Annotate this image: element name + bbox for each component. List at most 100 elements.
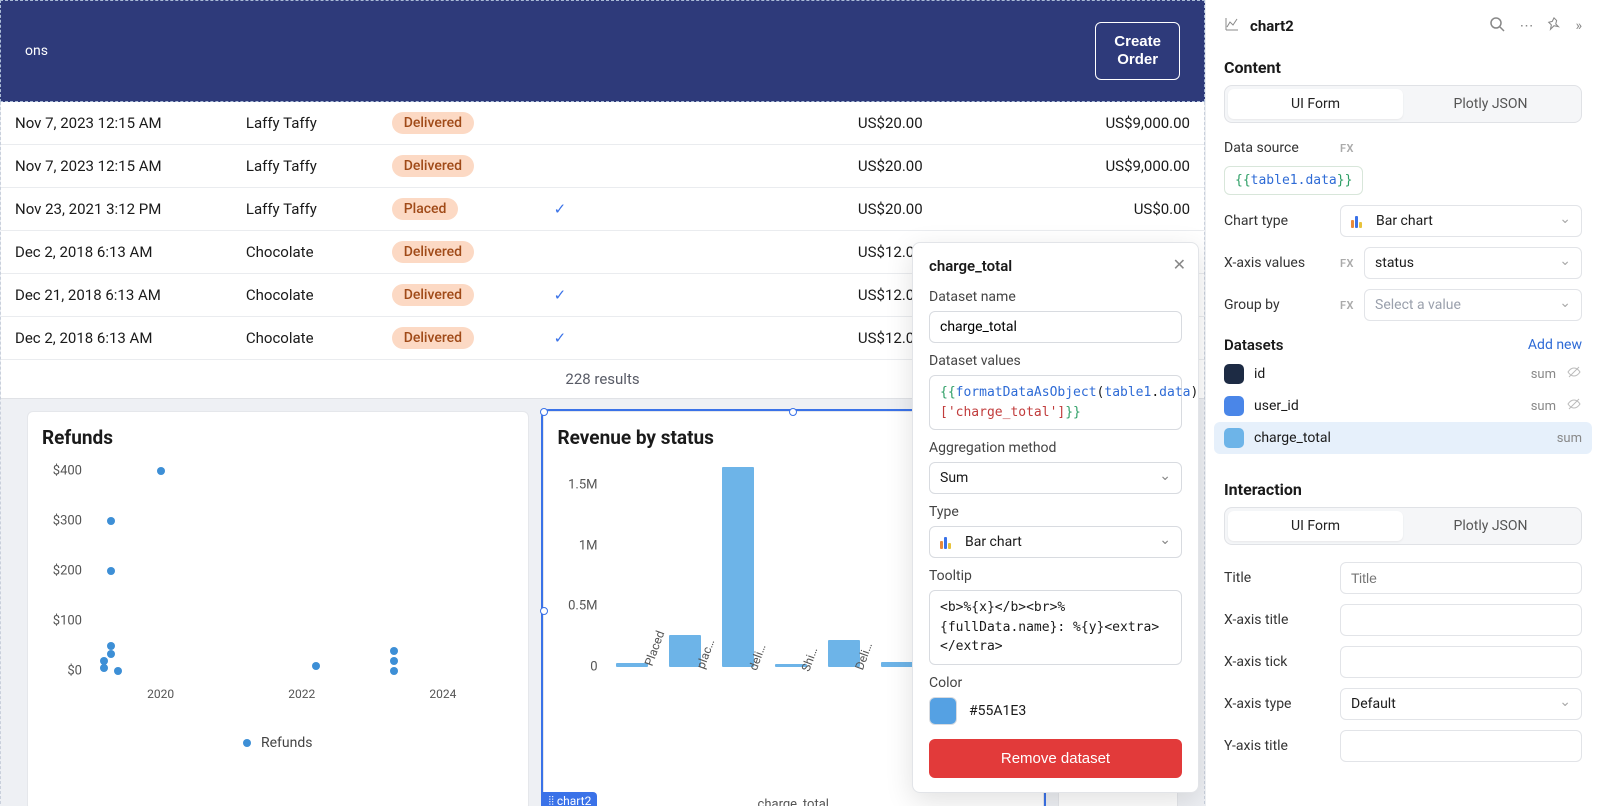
scatter-point	[390, 657, 398, 665]
cell-check	[524, 231, 597, 274]
field-label: Title	[1224, 570, 1330, 586]
dataset-editor-modal: ✕ charge_total Dataset name Dataset valu…	[912, 242, 1199, 793]
field-label: Dataset values	[929, 353, 1182, 369]
field-label: Data source	[1224, 140, 1330, 156]
cell-status: Placed	[378, 188, 524, 231]
x-axis-tick-input[interactable]	[1340, 646, 1582, 678]
cell-product: Chocolate	[232, 231, 378, 274]
data-source-input[interactable]: {{table1.data}}	[1224, 166, 1363, 195]
app-header: ons Create Order	[0, 0, 1205, 102]
x-axis-title-input[interactable]	[1340, 604, 1582, 636]
scatter-point	[100, 664, 108, 672]
fx-icon[interactable]: FX	[1340, 142, 1354, 155]
cell-status: Delivered	[378, 102, 524, 145]
cell-total: US$9,000.00	[937, 102, 1204, 145]
dataset-values-input[interactable]: {{formatDataAsObject(table1.data)['charg…	[929, 375, 1182, 430]
search-icon[interactable]	[1489, 16, 1505, 36]
group-by-select[interactable]: Select a value	[1364, 289, 1582, 321]
tab-ui-form[interactable]: UI Form	[1228, 89, 1403, 119]
visibility-icon[interactable]	[1566, 396, 1582, 416]
dataset-name-input[interactable]	[929, 311, 1182, 343]
cell-price: US$12.00	[596, 317, 936, 360]
color-value: #55A1E3	[969, 703, 1026, 719]
field-label: Y-axis title	[1224, 738, 1330, 754]
bar	[722, 467, 754, 667]
table-row[interactable]: Nov 23, 2021 3:12 PMLaffy TaffyPlaced✓US…	[1, 188, 1204, 231]
cell-status: Delivered	[378, 317, 524, 360]
scatter-point	[107, 517, 115, 525]
resize-handle[interactable]	[789, 408, 797, 416]
inspector-title[interactable]: chart2	[1250, 17, 1475, 35]
cell-total: US$0.00	[937, 188, 1204, 231]
interaction-mode-toggle[interactable]: UI Form Plotly JSON	[1224, 507, 1582, 545]
field-label: Type	[929, 504, 1182, 520]
x-axis-values-select[interactable]: status	[1364, 247, 1582, 279]
chart-refunds[interactable]: Refunds $400$300$200$100$0202020222024 R…	[27, 411, 529, 806]
expand-icon[interactable]: »	[1575, 18, 1582, 34]
dataset-name: charge_total	[1254, 430, 1547, 446]
aggregation-select[interactable]: Sum	[929, 462, 1182, 494]
add-dataset-button[interactable]: Add new	[1528, 337, 1582, 353]
table-row[interactable]: Nov 7, 2023 12:15 AMLaffy TaffyDelivered…	[1, 145, 1204, 188]
bar-chart-icon	[1351, 214, 1362, 228]
cell-product: Laffy Taffy	[232, 188, 378, 231]
cell-date: Dec 2, 2018 6:13 AM	[1, 317, 232, 360]
content-mode-toggle[interactable]: UI Form Plotly JSON	[1224, 85, 1582, 123]
tooltip-input[interactable]: <b>%{x}</b><br>%{fullData.name}: %{y}<ex…	[929, 590, 1182, 665]
inspector-panel: chart2 ⋯ » Content UI Form Plotly JSON D…	[1205, 0, 1600, 806]
chart-icon	[1224, 16, 1240, 36]
resize-handle[interactable]	[540, 408, 548, 416]
fx-icon[interactable]: FX	[1340, 257, 1354, 270]
fx-icon[interactable]: FX	[1340, 299, 1354, 312]
field-label: Group by	[1224, 297, 1330, 313]
cell-product: Chocolate	[232, 274, 378, 317]
dataset-agg: sum	[1557, 431, 1582, 446]
visibility-icon[interactable]	[1566, 364, 1582, 384]
more-icon[interactable]: ⋯	[1519, 18, 1533, 34]
chart-legend: Refunds	[42, 735, 514, 751]
field-label: X-axis tick	[1224, 654, 1330, 670]
y-axis-title-input[interactable]	[1340, 730, 1582, 762]
dataset-name: id	[1254, 366, 1521, 382]
tab-ui-form[interactable]: UI Form	[1228, 511, 1403, 541]
scatter-point	[312, 662, 320, 670]
create-order-button[interactable]: Create Order	[1095, 22, 1180, 80]
dataset-row[interactable]: charge_total sum	[1214, 422, 1592, 454]
chart-type-select[interactable]: Bar chart	[1340, 205, 1582, 237]
cell-check	[524, 145, 597, 188]
x-axis-type-select[interactable]: Default	[1340, 688, 1582, 720]
scatter-point	[157, 467, 165, 475]
title-input[interactable]	[1340, 562, 1582, 594]
field-label: Aggregation method	[929, 440, 1182, 456]
remove-dataset-button[interactable]: Remove dataset	[929, 739, 1182, 778]
cell-date: Dec 2, 2018 6:13 AM	[1, 231, 232, 274]
section-heading: Datasets	[1224, 336, 1283, 354]
field-label: X-axis title	[1224, 612, 1330, 628]
cell-date: Dec 21, 2018 6:13 AM	[1, 274, 232, 317]
pin-icon[interactable]	[1547, 17, 1561, 35]
legend-dot-icon	[243, 739, 251, 747]
field-label: X-axis type	[1224, 696, 1330, 712]
section-heading: Content	[1206, 44, 1600, 85]
tab-plotly-json[interactable]: Plotly JSON	[1403, 89, 1578, 119]
nav-fragment: ons	[25, 43, 48, 59]
cell-price: US$20.00	[596, 102, 936, 145]
cell-status: Delivered	[378, 145, 524, 188]
dataset-color-icon	[1224, 428, 1244, 448]
series-label: charge_total	[544, 797, 1044, 806]
resize-handle[interactable]	[540, 607, 548, 615]
tab-plotly-json[interactable]: Plotly JSON	[1403, 511, 1578, 541]
field-label: Dataset name	[929, 289, 1182, 305]
chart-title: Refunds	[42, 426, 514, 449]
cell-price: US$12.00	[596, 231, 936, 274]
dataset-row[interactable]: idsum	[1206, 358, 1600, 390]
color-swatch[interactable]	[929, 697, 957, 725]
dataset-row[interactable]: user_idsum	[1206, 390, 1600, 422]
close-icon[interactable]: ✕	[1173, 255, 1186, 274]
cell-status: Delivered	[378, 231, 524, 274]
cell-check: ✓	[524, 188, 597, 231]
cell-status: Delivered	[378, 274, 524, 317]
type-select[interactable]: Bar chart	[929, 526, 1182, 558]
table-row[interactable]: Nov 7, 2023 12:15 AMLaffy TaffyDelivered…	[1, 102, 1204, 145]
cell-product: Laffy Taffy	[232, 102, 378, 145]
